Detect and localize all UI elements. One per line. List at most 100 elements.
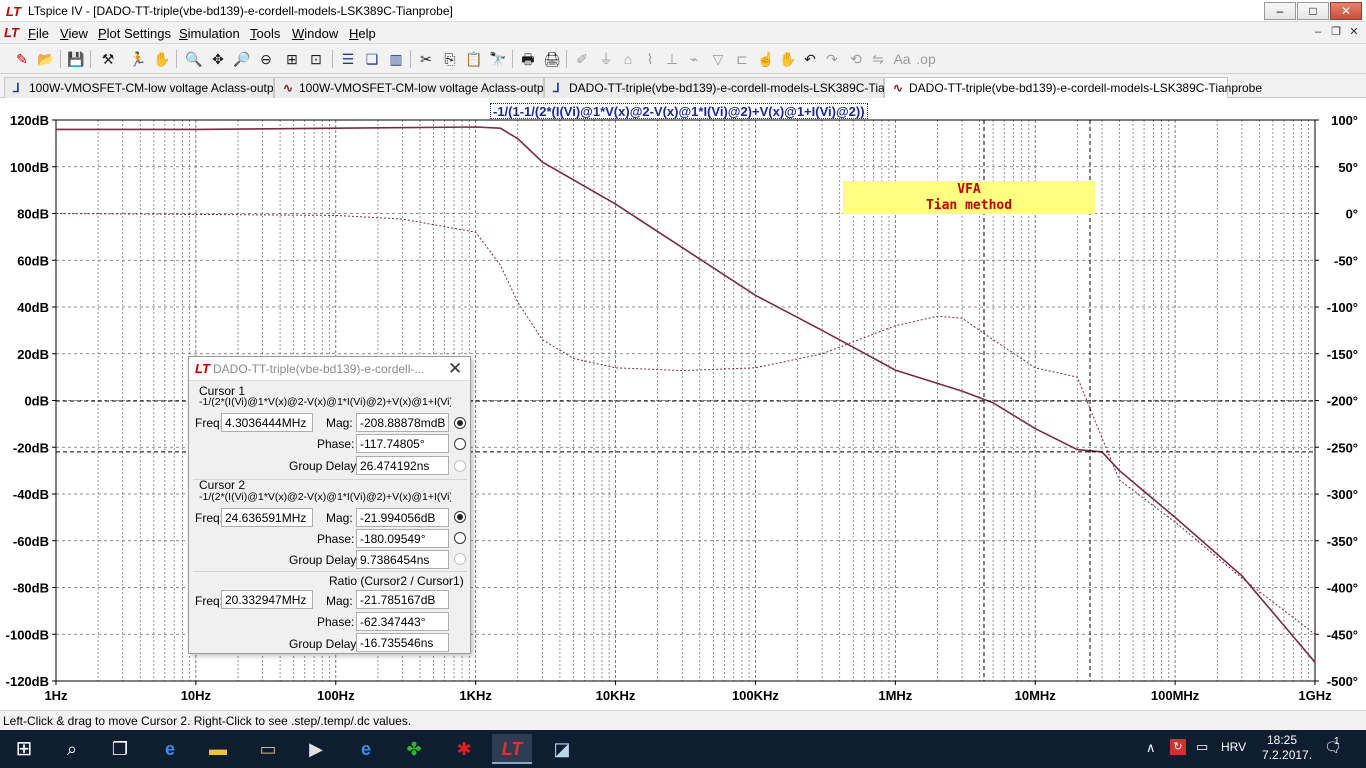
diode-icon[interactable]: ▽ (708, 49, 728, 69)
open-schematic-icon[interactable]: ✎ (12, 49, 32, 69)
close-button[interactable]: ✕ (1330, 2, 1362, 20)
drag-hand-icon[interactable]: ✋ (778, 49, 798, 69)
zoom-fit-icon[interactable]: ⊖ (256, 49, 276, 69)
label-net-icon[interactable]: ⌂ (618, 49, 638, 69)
folder-app-icon[interactable]: ▭ (248, 734, 288, 764)
ratio-group-delay-field[interactable]: -16.735546ns (356, 633, 449, 652)
y-left-tick-label: 0dB (24, 394, 49, 409)
cursor2-phase-field[interactable]: -180.09549° (356, 529, 449, 548)
tab-schematic-2[interactable]: ⅃ DADO-TT-triple(vbe-bd139)-e-cordell-mod… (544, 77, 922, 98)
mdi-restore-icon[interactable]: ❐ (1328, 25, 1344, 40)
app-red-icon[interactable]: ✱ (444, 734, 484, 764)
tab-schematic-1[interactable]: ⅃ 100W-VMOSFET-CM-low voltage Aclass-outp… (4, 77, 294, 98)
menu-window[interactable]: Window (292, 26, 338, 41)
cursor1-mag-radio[interactable] (454, 417, 466, 429)
minimize-button[interactable]: – (1264, 2, 1296, 20)
halt-hand-icon[interactable]: ✋ (152, 49, 172, 69)
ltspice-taskbar-icon[interactable]: LT (492, 734, 532, 764)
mdi-close-icon[interactable]: ✕ (1346, 25, 1362, 40)
cursor2-phase-radio[interactable] (454, 532, 466, 544)
cut-icon[interactable]: ✂ (416, 49, 436, 69)
cascade-icon[interactable]: ❏ (362, 49, 382, 69)
x-tick-label: 10MHz (1015, 688, 1057, 703)
control-panel-icon[interactable]: ⚒ (98, 49, 118, 69)
cursor1-group-delay-field[interactable]: 26.474192ns (356, 456, 449, 475)
ratio-freq-field[interactable]: 20.332947MHz (221, 590, 313, 609)
component-icon[interactable]: ⊏ (732, 49, 752, 69)
cursor1-group-delay-radio[interactable] (454, 460, 466, 472)
copy-icon[interactable]: ⎘ (440, 49, 460, 69)
file-explorer-icon[interactable]: ▬ (198, 734, 238, 764)
task-view-icon[interactable]: ❐ (100, 734, 140, 764)
cursor2-freq-field[interactable]: 24.636591MHz (221, 508, 313, 527)
cursor2-freq-label: Freq: (195, 511, 224, 525)
capacitor-icon[interactable]: ⊥ (662, 49, 682, 69)
windows-start-icon[interactable]: ⊞ (4, 734, 44, 764)
tile-vertical-icon[interactable]: ▥ (386, 49, 406, 69)
media-player-icon[interactable]: ▶ (296, 734, 336, 764)
ratio-phase-field[interactable]: -62.347443° (356, 612, 449, 631)
network-icon[interactable]: ▭ (1196, 739, 1208, 755)
find-icon[interactable]: 🔭 (488, 49, 508, 69)
language-indicator[interactable]: HRV (1221, 740, 1246, 754)
print-setup-icon[interactable]: 🖶 (518, 49, 538, 69)
clock[interactable]: 18:25 7.2.2017. (1262, 733, 1312, 763)
wire-icon[interactable]: ✐ (572, 49, 592, 69)
tab-waveform-2[interactable]: ∿ DADO-TT-triple(vbe-bd139)-e-cordell-mod… (884, 77, 1262, 98)
cursor1-mag-field[interactable]: -208.88878mdB (356, 413, 449, 432)
print-icon[interactable]: 🖨 (542, 49, 562, 69)
rotate-icon[interactable]: ⟲ (846, 49, 866, 69)
notepad-app-icon[interactable]: ◪ (542, 734, 582, 764)
inductor-icon[interactable]: ⌁ (684, 49, 704, 69)
cursor2-group-delay-field[interactable]: 9.7386454ns (356, 550, 449, 569)
zoom-out-icon[interactable]: 🔎 (232, 49, 252, 69)
undo-icon[interactable]: ↶ (800, 49, 820, 69)
resistor-icon[interactable]: ⌇ (640, 49, 660, 69)
tray-app-icon[interactable]: ↻ (1170, 739, 1186, 755)
tray-chevron-icon[interactable]: ∧ (1146, 740, 1156, 756)
maximize-button[interactable]: □ (1297, 2, 1329, 20)
menu-tools[interactable]: Tools (250, 26, 280, 41)
y-right-tick-label: -200° (1327, 394, 1358, 409)
run-icon[interactable]: 🏃 (128, 49, 148, 69)
fit-grid-icon[interactable]: ⊡ (306, 49, 326, 69)
cursor2-mag-radio[interactable] (454, 511, 466, 523)
paste-icon[interactable]: 📋 (464, 49, 484, 69)
tab-waveform-1[interactable]: ∿ 100W-VMOSFET-CM-low voltage Aclass-outp… (274, 77, 564, 98)
autorange-icon[interactable]: ⊞ (282, 49, 302, 69)
move-hand-icon[interactable]: ☝ (756, 49, 776, 69)
trace-expression-label[interactable]: -1/(1-1/(2*(I(Vi)@1*V(x)@2-V(x)@1*I(Vi)@… (490, 103, 868, 119)
redo-icon[interactable]: ↷ (822, 49, 842, 69)
circuit-app-icon[interactable]: ✤ (394, 734, 434, 764)
cursor2-group-delay-radio[interactable] (454, 553, 466, 565)
cursor2-mag-field[interactable]: -21.994056dB (356, 508, 449, 527)
menu-view[interactable]: View (60, 26, 88, 41)
toolbar-separator (176, 50, 177, 68)
tile-horizontal-icon[interactable]: ☰ (338, 49, 358, 69)
menu-simulation[interactable]: Simulation (179, 26, 240, 41)
ratio-mag-field[interactable]: -21.785167dB (356, 590, 449, 609)
open-folder-icon[interactable]: 📂 (36, 49, 56, 69)
save-icon[interactable]: 💾 (66, 49, 86, 69)
spice-directive-icon[interactable]: .op (916, 49, 936, 69)
menu-help[interactable]: Help (349, 26, 376, 41)
cursor1-phase-radio[interactable] (454, 438, 466, 450)
text-icon[interactable]: Aa (892, 49, 912, 69)
ground-icon[interactable]: ⏚ (596, 49, 616, 69)
cursor1-phase-field[interactable]: -117.74805° (356, 434, 449, 453)
close-icon[interactable]: ✕ (448, 359, 462, 379)
cursor1-freq-field[interactable]: 4.3036444MHz (221, 413, 313, 432)
edge-browser-icon[interactable]: e (150, 734, 190, 764)
cursor-window-titlebar[interactable]: LT DADO-TT-triple(vbe-bd139)-e-cordell-.… (189, 357, 470, 381)
menu-file[interactable]: File (28, 26, 49, 41)
document-waveform-icon[interactable]: LT (4, 25, 20, 41)
mdi-minimize-icon[interactable]: – (1310, 25, 1326, 40)
mirror-icon[interactable]: ⇋ (868, 49, 888, 69)
zoom-in-icon[interactable]: 🔍 (184, 49, 204, 69)
zoom-pan-icon[interactable]: ✥ (208, 49, 228, 69)
search-icon[interactable]: ⌕ (52, 734, 92, 764)
cursor-readout-window[interactable]: LT DADO-TT-triple(vbe-bd139)-e-cordell-.… (188, 356, 471, 654)
menu-plot-settings[interactable]: Plot Settings (98, 26, 171, 41)
x-tick-label: 100MHz (1151, 688, 1200, 703)
internet-explorer-icon[interactable]: e (346, 734, 386, 764)
